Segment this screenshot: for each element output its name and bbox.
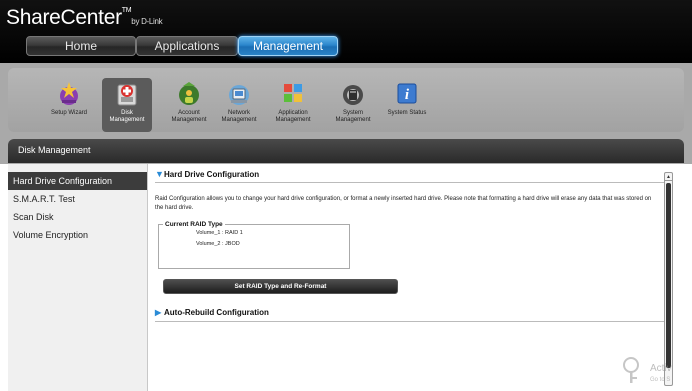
nav-item-volume-encryption[interactable]: Volume Encryption [8,226,147,244]
disk-management-label-2: Management [109,117,145,123]
account-icon [179,82,199,105]
tab-home[interactable]: Home [26,36,136,56]
network-label-1: Network [227,110,250,116]
set-raid-type-button[interactable]: Set RAID Type and Re-Format [163,279,398,294]
watermark-line-2: Go to S [650,377,671,383]
auto-rebuild-title: Auto-Rebuild Configuration [164,308,269,317]
volume-1-raid: Volume_1 : RAID 1 [196,230,243,236]
system-label-1: System [342,110,363,116]
toolbar-panel: Setup Wizard Disk Management Account Man… [8,68,684,132]
disk-management-icon [117,84,137,106]
setup-wizard-button[interactable]: Setup Wizard [40,76,98,134]
brand-tm: TM [121,7,132,14]
content-panel: ▼Hard Drive Configuration Raid Configura… [155,169,665,391]
nav-item-smart-test[interactable]: S.M.A.R.T. Test [8,190,147,208]
network-label-2: Management [221,117,257,123]
brand-logo: ShareCenterTM by D-Link [6,6,163,30]
content-scrollbar[interactable]: ▲ [664,172,673,386]
triangle-right-icon: ▶ [155,308,162,317]
application-label-2: Management [275,117,311,123]
system-label-2: Management [335,117,371,123]
system-management-button[interactable]: System Management [324,76,382,134]
volume-2-raid: Volume_2 : JBOD [196,241,240,247]
left-nav: Hard Drive Configuration S.M.A.R.T. Test… [8,164,148,391]
raid-description: Raid Configuration allows you to change … [155,196,652,211]
hard-drive-config-title: Hard Drive Configuration [164,170,260,179]
current-raid-type-group: Current RAID Type Volume_1 : RAID 1 Volu… [158,221,350,269]
setup-wizard-label: Setup Wizard [50,110,87,116]
wizard-icon [60,82,78,105]
top-header: ShareCenterTM by D-Link Home Applications… [0,0,692,63]
triangle-down-icon: ▼ [155,169,164,179]
nav-item-scan-disk[interactable]: Scan Disk [8,208,147,226]
network-icon [229,85,249,105]
network-management-button[interactable]: Network Management [210,76,268,134]
info-icon: i [397,83,417,104]
key-icon [623,357,639,383]
watermark-line-1: Activ [650,363,672,374]
system-status-button[interactable]: i System Status [378,76,436,134]
system-gear-icon [343,85,363,105]
disk-management-button[interactable]: Disk Management [102,78,152,132]
nav-item-hard-drive-configuration[interactable]: Hard Drive Configuration [8,172,147,190]
application-management-button[interactable]: Application Management [264,76,322,134]
disk-management-label-1: Disk [121,110,133,116]
tab-management[interactable]: Management [238,36,338,56]
hard-drive-config-header[interactable]: ▼Hard Drive Configuration [155,169,665,183]
section-title: Disk Management [8,139,684,163]
auto-rebuild-header[interactable]: ▶ Auto-Rebuild Configuration [155,308,665,322]
application-icon [284,84,302,102]
scroll-up-icon[interactable]: ▲ [665,173,672,181]
tab-applications[interactable]: Applications [136,36,238,56]
scroll-thumb[interactable] [666,183,671,368]
brand-by: by D-Link [131,17,163,26]
section-strip: Disk Management [0,136,692,164]
sharecenter-window: ShareCenterTM by D-Link Home Applications… [0,0,692,391]
current-raid-type-legend: Current RAID Type [165,221,223,228]
activation-watermark: Activ Go to S [620,355,692,391]
brand-name: ShareCenter [6,6,122,29]
system-status-label: System Status [387,110,427,116]
management-toolbar: Setup Wizard Disk Management Account Man… [0,63,692,136]
application-label-1: Application [278,110,308,116]
main-body: Hard Drive Configuration S.M.A.R.T. Test… [8,164,684,391]
